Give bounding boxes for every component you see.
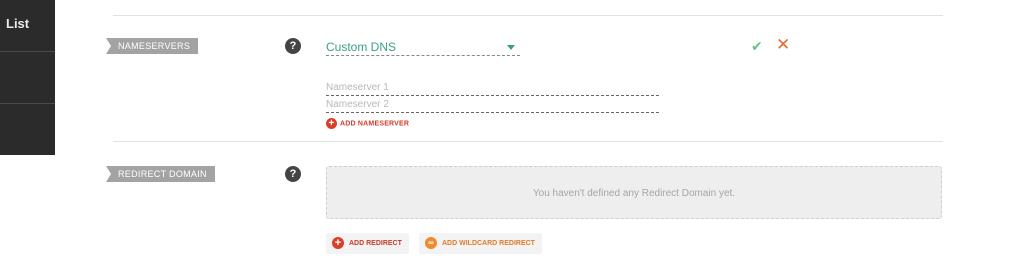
plus-circle-icon: + [326, 118, 337, 129]
divider [113, 15, 943, 16]
redirect-domain-tag: REDIRECT DOMAIN [106, 166, 215, 182]
sidebar-item-label: List [6, 16, 30, 31]
check-icon[interactable]: ✔ [751, 38, 763, 55]
nameserver-1-field[interactable]: Nameserver 1 [326, 82, 659, 96]
chevron-down-icon [507, 45, 515, 50]
wildcard-icon: ∞ [425, 237, 437, 250]
divider [113, 141, 943, 142]
redirect-empty-message: You haven't defined any Redirect Domain … [532, 188, 736, 199]
dns-type-select[interactable]: Custom DNS [326, 37, 520, 56]
redirect-empty-state: You haven't defined any Redirect Domain … [326, 166, 942, 219]
add-wildcard-redirect-label: ADD WILDCARD REDIRECT [442, 240, 535, 247]
help-icon[interactable]: ? [285, 38, 301, 54]
add-nameserver-button[interactable]: + ADD NAMESERVER [326, 118, 409, 130]
sidebar-item[interactable] [0, 52, 55, 104]
sidebar-item-list[interactable]: List [0, 0, 55, 52]
sidebar: List [0, 0, 55, 155]
add-nameserver-label: ADD NAMESERVER [340, 120, 410, 128]
nameserver-1-placeholder: Nameserver 1 [326, 82, 389, 93]
nameserver-2-placeholder: Nameserver 2 [326, 99, 389, 110]
close-icon[interactable]: ✕ [776, 35, 790, 55]
plus-circle-icon: + [332, 237, 344, 250]
add-redirect-label: ADD REDIRECT [349, 240, 402, 247]
nameserver-2-field[interactable]: Nameserver 2 [326, 99, 659, 113]
nameservers-tag: NAMESERVERS [106, 38, 199, 54]
add-wildcard-redirect-button[interactable]: ∞ ADD WILDCARD REDIRECT [419, 233, 542, 254]
add-redirect-button[interactable]: + ADD REDIRECT [326, 233, 409, 254]
help-icon[interactable]: ? [285, 166, 301, 182]
sidebar-item[interactable] [0, 104, 55, 156]
dns-type-value: Custom DNS [326, 40, 397, 54]
